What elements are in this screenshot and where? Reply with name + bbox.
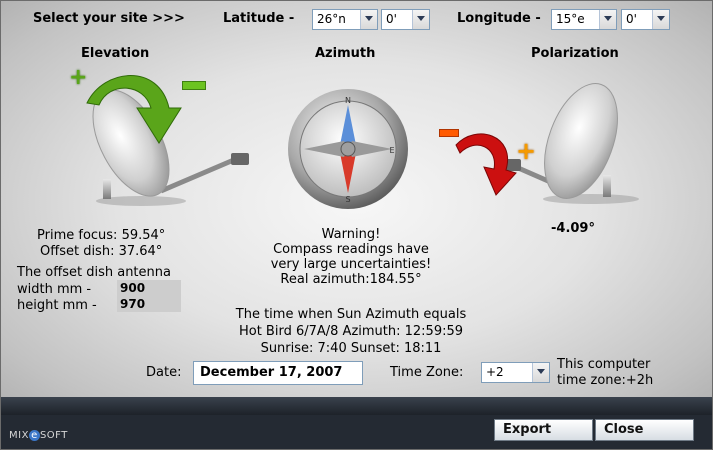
brand-logo: MIX e SOFT (9, 430, 68, 441)
elevation-minus-icon[interactable] (182, 81, 206, 90)
chevron-down-icon[interactable] (412, 10, 429, 29)
footer-stripe (1, 397, 712, 415)
close-button[interactable]: Close (595, 419, 694, 441)
timezone-select[interactable]: +2 (481, 362, 550, 383)
date-label: Date: (146, 365, 182, 380)
footer-bar: MIX e SOFT Export Close (1, 397, 712, 449)
elevation-plus-icon[interactable]: + (69, 65, 87, 90)
brand-left: MIX (9, 430, 29, 441)
timezone-note-2: time zone:+2h (557, 373, 654, 388)
elevation-arrow-icon[interactable] (69, 63, 214, 153)
site-prompt: Select your site >>> (33, 11, 185, 26)
brand-right: SOFT (39, 430, 68, 441)
warning-line-3: very large uncertainties! (270, 257, 432, 272)
antenna-height-label: height mm - (17, 298, 97, 313)
export-button[interactable]: Export (494, 419, 593, 441)
warning-line-1: Warning! (321, 227, 381, 242)
sun-line-3: Sunrise: 7:40 Sunset: 18:11 (260, 341, 442, 356)
antenna-height-field[interactable]: 970 (117, 296, 181, 312)
compass-n-label: N (345, 96, 351, 105)
timezone-note: This computer time zone:+2h (557, 357, 653, 389)
chevron-down-icon[interactable] (652, 10, 669, 29)
app-window: Select your site >>> Latitude - 26°n 0' … (0, 0, 713, 450)
longitude-minute-select[interactable]: 0' (621, 9, 670, 30)
antenna-width-field[interactable]: 900 (117, 280, 181, 296)
timezone-label: Time Zone: (390, 365, 464, 380)
azimuth-heading: Azimuth (315, 46, 376, 61)
longitude-minute-value: 0' (626, 12, 637, 26)
polarization-value: -4.09° (551, 221, 595, 236)
chevron-down-icon[interactable] (599, 10, 616, 29)
chevron-down-icon[interactable] (532, 363, 549, 382)
compass-warning: Warning! Compass readings have very larg… (241, 227, 461, 286)
latitude-minute-value: 0' (386, 12, 397, 26)
sun-line-2: Hot Bird 6/7A/8 Azimuth: 12:59:59 (238, 324, 464, 339)
brand-e: e (28, 430, 40, 441)
prime-focus-text: Prime focus: 59.54° (37, 228, 166, 243)
compass-e-label: E (389, 146, 394, 155)
compass-s-label: S (345, 195, 350, 204)
sun-info: The time when Sun Azimuth equals Hot Bir… (206, 306, 496, 357)
warning-line-2: Compass readings have (273, 242, 429, 257)
polarization-heading: Polarization (531, 46, 619, 61)
polarization-plus-icon[interactable]: + (516, 137, 536, 165)
antenna-title: The offset dish antenna (17, 265, 171, 280)
latitude-degree-select[interactable]: 26°n (312, 9, 378, 30)
compass-icon: N E S (288, 89, 408, 209)
offset-dish-text: Offset dish: 37.64° (40, 244, 163, 259)
longitude-label: Longitude - (457, 11, 541, 26)
chevron-down-icon[interactable] (360, 10, 377, 29)
date-field[interactable]: December 17, 2007 (193, 361, 363, 385)
latitude-minute-select[interactable]: 0' (381, 9, 430, 30)
longitude-degree-value: 15°e (556, 12, 585, 26)
timezone-note-1: This computer (557, 357, 651, 372)
timezone-value: +2 (486, 365, 504, 379)
latitude-label: Latitude - (223, 11, 295, 26)
elevation-heading: Elevation (81, 46, 150, 61)
latitude-degree-value: 26°n (317, 12, 346, 26)
sun-line-1: The time when Sun Azimuth equals (235, 307, 467, 322)
polarization-minus-icon[interactable] (439, 129, 459, 137)
antenna-width-label: width mm - (17, 282, 92, 297)
longitude-degree-select[interactable]: 15°e (551, 9, 617, 30)
real-azimuth-text: Real azimuth:184.55° (280, 272, 422, 286)
